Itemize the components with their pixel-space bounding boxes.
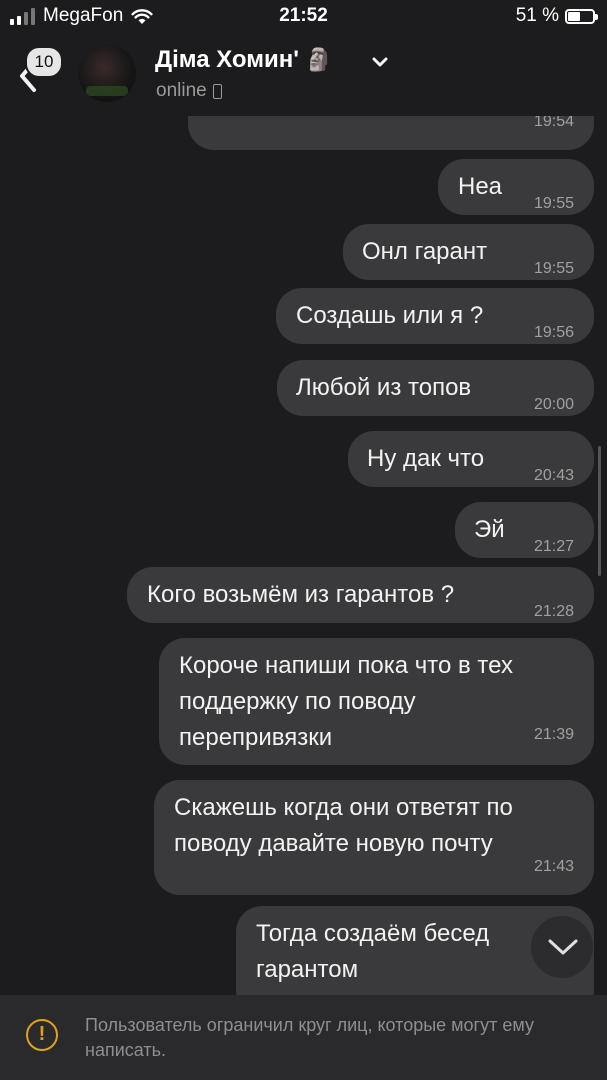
message-bubble[interactable]: Любой из топов 20:00 [277, 360, 594, 416]
message-time: 19:55 [533, 195, 574, 212]
message-text-line: Скажешь когда они ответят по [174, 794, 513, 821]
battery-group: 51 % [515, 5, 598, 27]
message-text: Ну дак что [367, 445, 485, 472]
message-text-line: поводу давайте новую почту [174, 830, 493, 857]
chat-header: 10 Діма Хомин' 🗿 online [0, 34, 607, 116]
message-bubble[interactable]: Кого возьмём из гарантов ? 21:28 [127, 567, 594, 623]
restriction-notice: ! Пользователь ограничил круг лиц, котор… [0, 995, 607, 1080]
name-emoji: 🗿 [304, 47, 333, 72]
message-bubble[interactable]: Эй 21:27 [455, 502, 594, 558]
notice-text: Пользователь ограничил круг лиц, которые… [85, 1015, 534, 1060]
message-bubble[interactable]: 19:54 [188, 116, 594, 150]
battery-fill [568, 11, 581, 21]
message-bubble[interactable]: Скажешь когда они ответят по поводу дава… [154, 780, 594, 895]
message-time: 20:43 [533, 467, 574, 484]
message-time: 21:43 [533, 858, 574, 875]
online-status: online [156, 80, 222, 102]
contact-name: Діма Хомин' [155, 46, 299, 73]
contact-name-row[interactable]: Діма Хомин' 🗿 [155, 46, 332, 74]
status-text: online [156, 80, 207, 101]
mobile-icon [212, 83, 222, 99]
message-time: 19:54 [533, 116, 574, 130]
exclamation-circle-icon: ! [26, 1019, 58, 1051]
message-text-line: Короче напиши пока что в тех [179, 652, 513, 679]
message-text-line: поддержку по поводу [179, 688, 416, 715]
message-time: 19:56 [533, 324, 574, 341]
message-time: 21:27 [533, 538, 574, 555]
message-bubble[interactable]: Создашь или я ? 19:56 [276, 288, 594, 344]
message-list[interactable]: 19:54 Неа 19:55 Онл гарант 19:55 Создашь… [0, 116, 607, 995]
message-text-line: гарантом [256, 956, 359, 983]
message-text: Кого возьмём из гарантов ? [147, 581, 455, 608]
message-text: Эй [474, 516, 505, 543]
message-time: 21 [536, 988, 554, 995]
message-text: Неа [458, 173, 503, 200]
unread-badge: 10 [25, 46, 63, 78]
chevron-down-icon[interactable] [370, 52, 390, 72]
message-text: Онл гарант [362, 238, 488, 265]
message-time: 19:55 [533, 260, 574, 277]
scroll-down-button[interactable] [530, 915, 594, 979]
battery-icon [565, 8, 598, 24]
message-time: 21:28 [533, 603, 574, 620]
message-text-line: перепривязки [179, 724, 333, 751]
message-text-line: Тогда создаём бесед [256, 920, 490, 947]
message-text: Создашь или я ? [296, 302, 484, 329]
message-bubble[interactable]: Онл гарант 19:55 [343, 224, 594, 280]
message-time: 20:00 [533, 396, 574, 413]
message-bubble[interactable]: Короче напиши пока что в тех поддержку п… [159, 638, 594, 765]
message-text: Любой из топов [296, 374, 472, 401]
battery-percent: 51 % [515, 5, 559, 26]
avatar[interactable] [78, 44, 136, 102]
scrollbar[interactable] [598, 446, 601, 576]
message-bubble[interactable]: Ну дак что 20:43 [348, 431, 594, 487]
status-bar: MegaFon 21:52 51 % [0, 0, 607, 34]
message-time: 21:39 [533, 726, 574, 743]
message-bubble[interactable]: Неа 19:55 [438, 159, 594, 215]
chevron-down-icon [548, 939, 578, 955]
